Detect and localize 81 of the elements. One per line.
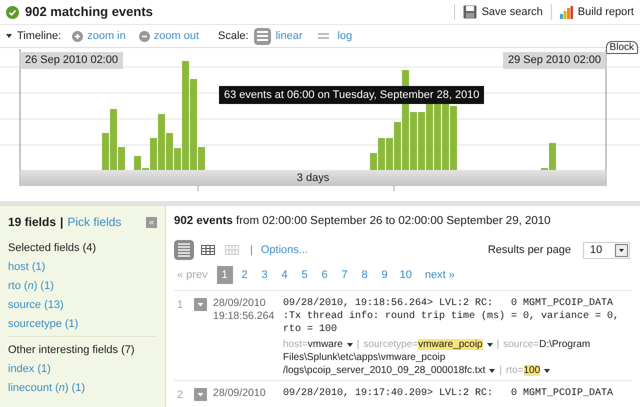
- start-date-label: 26 Sep 2010 02:00: [20, 52, 123, 69]
- save-search-button[interactable]: Save search: [462, 4, 543, 20]
- field-link[interactable]: linecount (n) (1): [8, 381, 86, 395]
- page-title: 902 matching events: [25, 3, 153, 22]
- separator-glyph: |: [499, 365, 502, 376]
- prev-page-link[interactable]: « prev: [177, 267, 208, 284]
- page-link[interactable]: 5: [296, 266, 313, 284]
- page-link[interactable]: 7: [336, 266, 353, 284]
- zoom-out-button[interactable]: zoom out: [138, 28, 199, 44]
- field-value[interactable]: /logs\pcoip_server_2010_09_28_000018fc.txt: [283, 365, 486, 376]
- field-value[interactable]: vmware: [308, 339, 343, 350]
- event-date: 28/09/2010: [213, 387, 267, 400]
- results-summary: 902 events from 02:00:00 September 26 to 02:00:00 September 29, 2010: [174, 214, 552, 229]
- field-group-title: Selected fields (4): [8, 241, 98, 255]
- list-view-button[interactable]: [174, 240, 194, 260]
- caret-icon[interactable]: [6, 34, 12, 38]
- build-report-button[interactable]: Build report: [560, 4, 634, 20]
- separator-glyph: |: [250, 243, 253, 258]
- block-tab[interactable]: Block: [606, 41, 638, 54]
- separator-glyph: |: [356, 339, 360, 350]
- per-page-select[interactable]: 10: [583, 242, 630, 259]
- event-menu-icon[interactable]: [194, 388, 207, 402]
- options-link[interactable]: Options...: [260, 242, 308, 258]
- page-link[interactable]: 9: [376, 266, 393, 284]
- collapse-button[interactable]: «: [146, 216, 157, 228]
- scale-label: Scale:: [218, 28, 249, 44]
- event-raw-line: rto = 100: [283, 323, 338, 336]
- event-time: 19:18:56.264: [213, 310, 276, 324]
- field-value[interactable]: D:\Program: [539, 339, 590, 350]
- field-value[interactable]: Files\Splunk\etc\apps\vmware_pcoip: [283, 352, 446, 364]
- time-span-bar: 3 days: [20, 170, 606, 186]
- field-link[interactable]: sourcetype (1): [8, 317, 78, 331]
- event-raw-line: :Tx thread info: round trip time (ms) = 0, variance = 0,: [283, 310, 620, 324]
- field-group-title: Other interesting fields (7): [8, 343, 136, 357]
- page-link[interactable]: 10: [396, 266, 415, 284]
- end-date-label: 29 Sep 2010 02:00: [503, 52, 606, 69]
- histogram-bar[interactable]: [426, 101, 433, 170]
- field-link[interactable]: rto (n) (1): [8, 279, 54, 293]
- event-menu-icon[interactable]: [194, 298, 207, 312]
- results-per-page-label: Results per page: [488, 243, 571, 258]
- field-key: sourcetype=: [363, 339, 418, 350]
- minus-circle-icon: [138, 30, 150, 42]
- page-link[interactable]: 8: [356, 266, 373, 284]
- save-icon: [462, 5, 477, 19]
- caret-icon[interactable]: [544, 368, 550, 373]
- page-link[interactable]: 4: [276, 266, 293, 284]
- page-link[interactable]: 1: [216, 266, 233, 284]
- field-link[interactable]: source (13): [8, 298, 64, 312]
- check-circle-icon: [6, 6, 19, 18]
- log-scale-button[interactable]: log: [315, 28, 352, 44]
- timeline-label: Timeline:: [17, 28, 62, 44]
- caret-icon[interactable]: [346, 342, 353, 347]
- field-key: host=: [283, 339, 308, 350]
- event-number: 1: [176, 298, 184, 314]
- dropdown-caret-icon: [615, 244, 628, 257]
- field-key: source=: [503, 339, 540, 350]
- separator-glyph: |: [496, 339, 500, 350]
- plus-circle-icon: [72, 30, 84, 42]
- field-value[interactable]: 100: [524, 365, 540, 376]
- bar-chart-icon: [560, 6, 573, 18]
- field-count: 19 fields: [8, 214, 56, 231]
- field-link[interactable]: host (1): [8, 260, 46, 274]
- zoom-in-button[interactable]: zoom in: [72, 28, 126, 44]
- event-raw-line: 09/28/2010, 19:18:56.264> LVL:2 RC: 0 MGMT_PCOIP_DATA: [283, 297, 614, 310]
- next-page-link[interactable]: next »: [424, 267, 455, 284]
- pick-fields-link[interactable]: Pick fields: [67, 213, 122, 231]
- splitter-bar[interactable]: [0, 201, 640, 206]
- page-link[interactable]: 2: [236, 266, 253, 284]
- page-link[interactable]: 3: [256, 266, 273, 284]
- event-number: 2: [176, 388, 184, 404]
- field-key: rto=: [506, 365, 524, 376]
- chart-tooltip: 63 events at 06:00 on Tuesday, September 28, 2010: [219, 86, 484, 104]
- event-raw-line: 09/28/2010, 19:17:40.209> LVL:2 RC: 0 MGMT_PCOIP_DATA: [283, 387, 614, 400]
- page-link[interactable]: 6: [316, 266, 333, 284]
- caret-icon[interactable]: [489, 368, 496, 373]
- separator-glyph: |: [60, 214, 64, 231]
- field-link[interactable]: index (1): [8, 362, 51, 376]
- field-value[interactable]: vmware_pcoip: [418, 339, 483, 350]
- event-date: 28/09/2010: [213, 297, 267, 310]
- linear-scale-button[interactable]: linear: [254, 28, 302, 44]
- caret-icon[interactable]: [486, 342, 493, 347]
